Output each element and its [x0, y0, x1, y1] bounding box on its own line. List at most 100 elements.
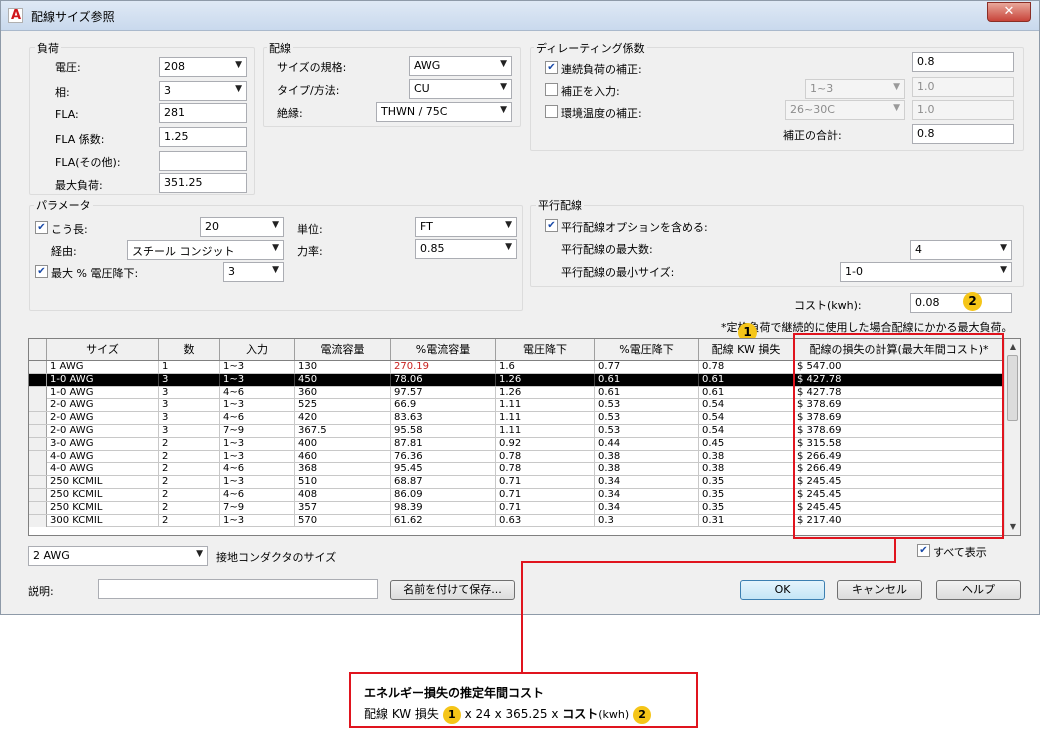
row-header[interactable]: [29, 450, 47, 463]
continuous-checkbox[interactable]: ✔: [545, 61, 558, 74]
ground-size-combo[interactable]: 2 AWG ▼: [28, 546, 208, 566]
cell-pct-voltage-drop: 0.53: [595, 425, 699, 437]
cell-ampacity: 367.5: [295, 425, 391, 437]
cell-count: 3: [159, 399, 220, 412]
col-header-size[interactable]: サイズ: [47, 339, 159, 360]
cell-size: 3-0 AWG: [47, 437, 159, 450]
route-combo[interactable]: スチール コンジット ▼: [127, 240, 284, 260]
row-header[interactable]: [29, 437, 47, 450]
length-checkbox[interactable]: ✔: [35, 221, 48, 234]
row-header[interactable]: [29, 489, 47, 501]
cell-size: 2-0 AWG: [47, 425, 159, 437]
row-header[interactable]: [29, 425, 47, 437]
cell-size: 300 KCMIL: [47, 514, 159, 527]
parallel-min-size-combo[interactable]: 1-0 ▼: [840, 262, 1012, 282]
ok-button[interactable]: OK: [740, 580, 825, 600]
power-factor-combo[interactable]: 0.85 ▼: [415, 239, 517, 259]
ambient-combo[interactable]: 26~30C ▼: [785, 100, 905, 120]
input-correction-combo[interactable]: 1~3 ▼: [805, 79, 905, 99]
fla-field[interactable]: 281: [159, 103, 247, 123]
fla-factor-label: FLA 係数:: [55, 133, 105, 146]
col-header-kw-loss[interactable]: 配線 KW 損失: [699, 339, 794, 360]
unit-combo[interactable]: FT ▼: [415, 217, 517, 237]
scroll-up-icon[interactable]: ▲: [1005, 339, 1020, 355]
row-header[interactable]: [29, 373, 47, 386]
scroll-down-icon[interactable]: ▼: [1005, 519, 1020, 535]
col-header-input[interactable]: 入力: [220, 339, 295, 360]
cell-count: 2: [159, 476, 220, 489]
cell-count: 3: [159, 386, 220, 399]
cell-size: 250 KCMIL: [47, 489, 159, 501]
row-header[interactable]: [29, 501, 47, 514]
formula-kwh: (kwh): [598, 708, 630, 721]
ambient-checkbox[interactable]: [545, 105, 558, 118]
title-bar[interactable]: A 配線サイズ参照 ✕: [1, 1, 1039, 31]
type-combo[interactable]: CU ▼: [409, 79, 512, 99]
insulation-combo[interactable]: THWN / 75C ▼: [376, 102, 512, 122]
table-scrollbar[interactable]: ▲ ▼: [1004, 339, 1020, 535]
power-factor-label: 力率:: [297, 245, 323, 258]
fla-other-field[interactable]: [159, 151, 247, 171]
cancel-button[interactable]: キャンセル: [837, 580, 922, 600]
scroll-thumb[interactable]: [1007, 355, 1018, 421]
wiring-group-title: 配線: [267, 40, 293, 56]
row-header[interactable]: [29, 476, 47, 489]
cell-size: 4-0 AWG: [47, 450, 159, 463]
save-as-button[interactable]: 名前を付けて保存...: [390, 580, 515, 600]
total-correction-field[interactable]: 0.8: [912, 124, 1014, 144]
phase-combo[interactable]: 3 ▼: [159, 81, 247, 101]
show-all-checkbox[interactable]: ✔: [917, 544, 930, 557]
cell-kw-loss: 0.61: [699, 373, 794, 386]
col-header-pct-ampacity[interactable]: %電流容量: [391, 339, 496, 360]
row-header[interactable]: [29, 399, 47, 412]
formula-kw-loss: 配線 KW 損失: [364, 707, 439, 721]
close-button[interactable]: ✕: [987, 2, 1031, 22]
max-drop-label: 最大 % 電圧降下:: [51, 267, 139, 280]
max-load-field[interactable]: 351.25: [159, 173, 247, 193]
col-header-voltage-drop[interactable]: 電圧降下: [496, 339, 595, 360]
cell-kw-loss: 0.54: [699, 412, 794, 425]
size-std-label: サイズの規格:: [277, 61, 347, 74]
size-std-combo[interactable]: AWG ▼: [409, 56, 512, 76]
continuous-field[interactable]: 0.8: [912, 52, 1014, 72]
row-header[interactable]: [29, 514, 47, 527]
input-correction-field[interactable]: 1.0: [912, 77, 1014, 97]
parallel-include-checkbox[interactable]: ✔: [545, 219, 558, 232]
cell-ampacity: 525: [295, 399, 391, 412]
cell-ampacity: 420: [295, 412, 391, 425]
row-header[interactable]: [29, 412, 47, 425]
cell-count: 2: [159, 514, 220, 527]
cost-field[interactable]: 0.08: [910, 293, 1012, 313]
voltage-combo[interactable]: 208 ▼: [159, 57, 247, 77]
col-header-count[interactable]: 数: [159, 339, 220, 360]
row-header[interactable]: [29, 386, 47, 399]
max-drop-checkbox[interactable]: ✔: [35, 265, 48, 278]
cell-pct-voltage-drop: 0.34: [595, 501, 699, 514]
row-header[interactable]: [29, 463, 47, 476]
params-group-title: パラメータ: [34, 197, 93, 213]
fla-factor-field[interactable]: 1.25: [159, 127, 247, 147]
badge-2: 2: [963, 292, 982, 311]
cell-size: 2-0 AWG: [47, 412, 159, 425]
row-header[interactable]: [29, 361, 47, 373]
max-drop-combo[interactable]: 3 ▼: [223, 262, 284, 282]
cell-kw-loss: 0.38: [699, 463, 794, 476]
cell-ampacity: 450: [295, 373, 391, 386]
cell-pct-voltage-drop: 0.3: [595, 514, 699, 527]
ambient-field[interactable]: 1.0: [912, 100, 1014, 120]
col-header-ampacity[interactable]: 電流容量: [295, 339, 391, 360]
cell-pct-ampacity: 61.62: [391, 514, 496, 527]
length-combo[interactable]: 20 ▼: [200, 217, 284, 237]
cell-pct-voltage-drop: 0.38: [595, 463, 699, 476]
unit-label: 単位:: [297, 223, 323, 236]
help-button[interactable]: ヘルプ: [936, 580, 1021, 600]
chevron-down-icon: ▼: [196, 549, 203, 559]
cell-input: 4~6: [220, 412, 295, 425]
cell-input: 1~3: [220, 476, 295, 489]
description-field[interactable]: [98, 579, 378, 599]
parallel-max-count-combo[interactable]: 4 ▼: [910, 240, 1012, 260]
callout-line-vertical-1: [894, 538, 896, 563]
col-header-pct-voltage-drop[interactable]: %電圧降下: [595, 339, 699, 360]
cell-size: 4-0 AWG: [47, 463, 159, 476]
input-correction-checkbox[interactable]: [545, 83, 558, 96]
